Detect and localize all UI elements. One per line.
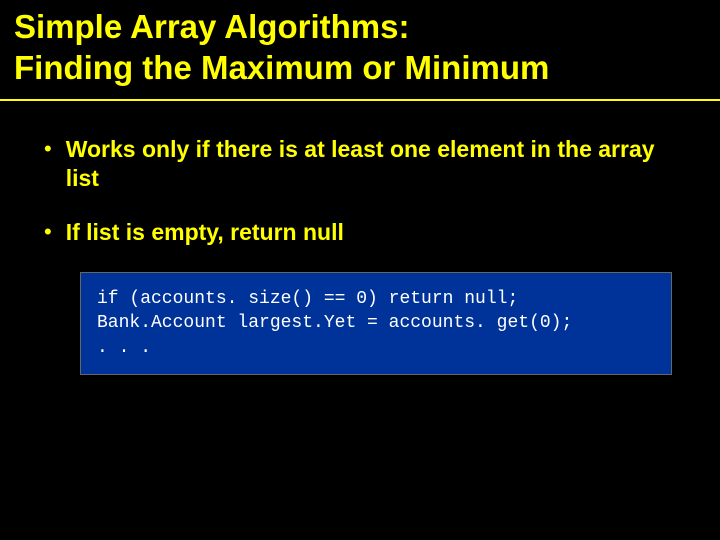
title-line-1: Simple Array Algorithms:: [14, 6, 706, 47]
bullet-item: • Works only if there is at least one el…: [44, 135, 676, 195]
bullet-dot-icon: •: [44, 135, 52, 164]
content-area: • Works only if there is at least one el…: [0, 101, 720, 376]
code-line: . . .: [97, 336, 655, 360]
bullet-item: • If list is empty, return null: [44, 218, 676, 248]
slide: Simple Array Algorithms: Finding the Max…: [0, 0, 720, 540]
title-block: Simple Array Algorithms: Finding the Max…: [0, 0, 720, 101]
bullet-dot-icon: •: [44, 218, 52, 247]
code-line: if (accounts. size() == 0) return null;: [97, 287, 655, 311]
code-block: if (accounts. size() == 0) return null; …: [80, 272, 672, 375]
bullet-text: If list is empty, return null: [66, 218, 344, 248]
code-line: Bank.Account largest.Yet = accounts. get…: [97, 311, 655, 335]
bullet-text: Works only if there is at least one elem…: [66, 135, 676, 195]
title-line-2: Finding the Maximum or Minimum: [14, 47, 706, 88]
